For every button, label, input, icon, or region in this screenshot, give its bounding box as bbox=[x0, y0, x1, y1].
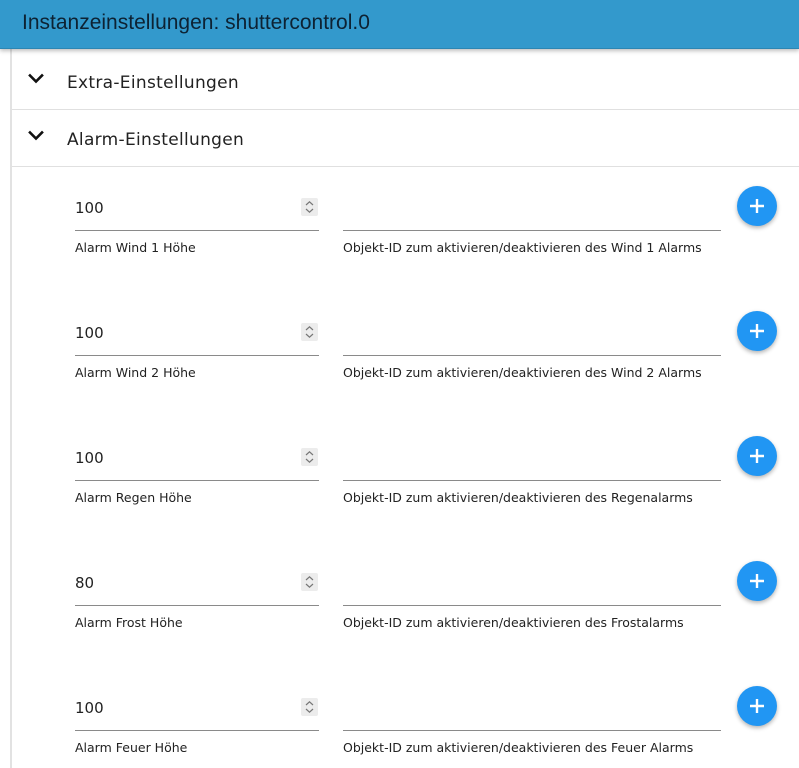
alarm-frost-object-id-input[interactable] bbox=[343, 569, 721, 606]
alarm-row-fire: 100 Alarm Feuer Höhe Objekt-ID zum aktiv… bbox=[0, 686, 799, 768]
plus-icon bbox=[750, 449, 764, 463]
chevron-down-icon bbox=[28, 73, 44, 84]
alarm-wind-2-object-id-label: Objekt-ID zum aktivieren/deaktivieren de… bbox=[343, 365, 702, 380]
alarm-fire-object-id-label: Objekt-ID zum aktivieren/deaktivieren de… bbox=[343, 740, 694, 755]
alarm-frost-height-input[interactable]: 80 bbox=[75, 569, 319, 606]
add-object-id-button[interactable] bbox=[737, 686, 777, 726]
input-value: 100 bbox=[75, 699, 104, 717]
alarm-wind-2-object-id-input[interactable] bbox=[343, 319, 721, 356]
alarm-fire-height-input[interactable]: 100 bbox=[75, 694, 319, 731]
alarm-row-wind-1: 100 Alarm Wind 1 Höhe Objekt-ID zum akti… bbox=[0, 186, 799, 294]
alarm-frost-object-id-label: Objekt-ID zum aktivieren/deaktivieren de… bbox=[343, 615, 684, 630]
title-bar: Instanzeinstellungen: shuttercontrol.0 bbox=[0, 0, 799, 49]
alarm-wind-1-height-input[interactable]: 100 bbox=[75, 194, 319, 231]
alarm-row-frost: 80 Alarm Frost Höhe Objekt-ID zum aktivi… bbox=[0, 561, 799, 669]
alarm-rain-height-input[interactable]: 100 bbox=[75, 444, 319, 481]
window-title: Instanzeinstellungen: shuttercontrol.0 bbox=[22, 11, 370, 34]
spinner-arrows-icon[interactable] bbox=[301, 323, 318, 341]
plus-icon bbox=[750, 699, 764, 713]
spinner-arrows-icon[interactable] bbox=[301, 573, 318, 591]
section-label: Extra-Einstellungen bbox=[67, 73, 239, 93]
input-value: 100 bbox=[75, 199, 104, 217]
alarm-rain-object-id-label: Objekt-ID zum aktivieren/deaktivieren de… bbox=[343, 490, 693, 505]
plus-icon bbox=[750, 199, 764, 213]
input-value: 100 bbox=[75, 324, 104, 342]
input-value: 80 bbox=[75, 574, 95, 592]
add-object-id-button[interactable] bbox=[737, 186, 777, 226]
spinner-arrows-icon[interactable] bbox=[301, 698, 318, 716]
input-value: 100 bbox=[75, 449, 104, 467]
plus-icon bbox=[750, 324, 764, 338]
chevron-down-icon bbox=[28, 130, 44, 141]
alarm-fire-height-label: Alarm Feuer Höhe bbox=[75, 740, 188, 755]
alarm-rain-object-id-input[interactable] bbox=[343, 444, 721, 481]
spinner-arrows-icon[interactable] bbox=[301, 198, 318, 216]
alarm-wind-2-height-label: Alarm Wind 2 Höhe bbox=[75, 365, 196, 380]
alarm-wind-2-height-input[interactable]: 100 bbox=[75, 319, 319, 356]
add-object-id-button[interactable] bbox=[737, 311, 777, 351]
alarm-rain-height-label: Alarm Regen Höhe bbox=[75, 490, 192, 505]
add-object-id-button[interactable] bbox=[737, 436, 777, 476]
section-alarm-settings[interactable]: Alarm-Einstellungen bbox=[12, 110, 799, 167]
plus-icon bbox=[750, 574, 764, 588]
alarm-wind-1-height-label: Alarm Wind 1 Höhe bbox=[75, 240, 196, 255]
section-extra-settings[interactable]: Extra-Einstellungen bbox=[12, 53, 799, 110]
section-label: Alarm-Einstellungen bbox=[67, 130, 245, 150]
alarm-row-rain: 100 Alarm Regen Höhe Objekt-ID zum aktiv… bbox=[0, 436, 799, 544]
alarm-wind-1-object-id-label: Objekt-ID zum aktivieren/deaktivieren de… bbox=[343, 240, 702, 255]
alarm-fire-object-id-input[interactable] bbox=[343, 694, 721, 731]
alarm-row-wind-2: 100 Alarm Wind 2 Höhe Objekt-ID zum akti… bbox=[0, 311, 799, 419]
alarm-frost-height-label: Alarm Frost Höhe bbox=[75, 615, 183, 630]
spinner-arrows-icon[interactable] bbox=[301, 448, 318, 466]
add-object-id-button[interactable] bbox=[737, 561, 777, 601]
alarm-wind-1-object-id-input[interactable] bbox=[343, 194, 721, 231]
